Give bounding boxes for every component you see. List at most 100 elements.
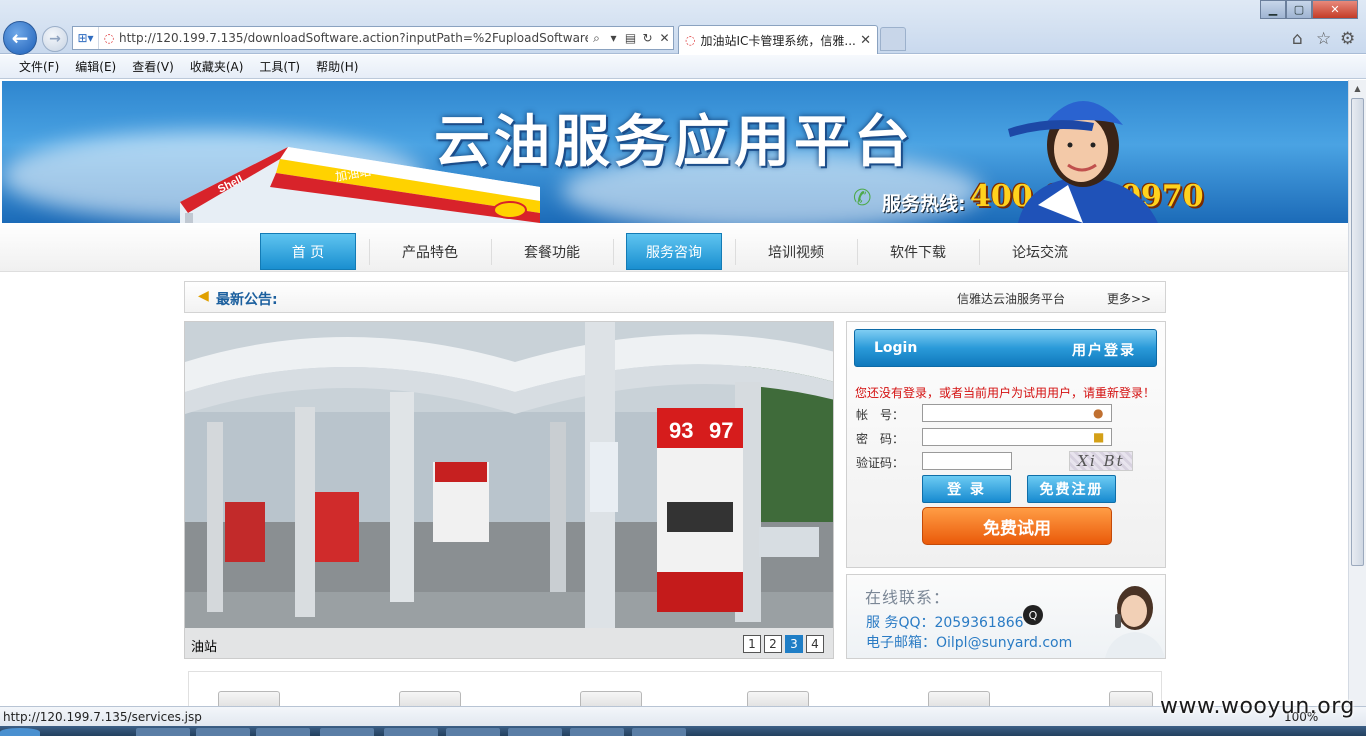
tab-close-icon[interactable]: ✕ (860, 33, 871, 48)
nav-divider (613, 239, 614, 265)
status-url: http://120.199.7.135/services.jsp (3, 710, 202, 724)
address-bar[interactable]: ⊞▾ ◌ http://120.199.7.135/downloadSoftwa… (72, 26, 674, 50)
window-close-button[interactable]: ✕ (1312, 0, 1358, 19)
home-icon[interactable]: ⌂ (1292, 29, 1303, 49)
free-trial-button[interactable]: 免费试用 (922, 507, 1112, 545)
captcha-image[interactable]: Xi Bt (1069, 451, 1133, 471)
vertical-scrollbar[interactable]: ▲ (1348, 80, 1366, 706)
captcha-input[interactable] (922, 452, 1012, 470)
qq-penguin-icon[interactable]: Q (1023, 605, 1043, 625)
support-agent-photo (1105, 586, 1165, 658)
tab-title: 加油站IC卡管理系统，信雅... (700, 33, 856, 48)
taskbar-item[interactable] (446, 728, 500, 736)
login-header-cn: 用户登录 (1072, 343, 1136, 359)
nav-divider (491, 239, 492, 265)
contact-title: 在线联系： (865, 588, 951, 607)
banner-title: 云油服务应用平台 (434, 110, 914, 175)
svg-text:93: 93 (669, 418, 693, 443)
contact-panel: 在线联系： 服 务QQ：2059361866 Q 电子邮箱：Oilpl@suny… (846, 574, 1166, 659)
minimize-button[interactable]: ▁ (1260, 0, 1286, 19)
login-header: Login 用户登录 (854, 329, 1157, 367)
slide-page-2[interactable]: 2 (764, 635, 782, 653)
slide-page-3[interactable]: 3 (785, 635, 803, 653)
product-thumbnail[interactable] (747, 691, 809, 706)
contact-qq[interactable]: 服 务QQ：2059361866 (866, 612, 1024, 632)
account-input[interactable] (922, 404, 1112, 422)
login-button[interactable]: 登 录 (922, 475, 1011, 503)
taskbar-item[interactable] (136, 728, 190, 736)
taskbar-item[interactable] (384, 728, 438, 736)
announcement-label: 最新公告: (216, 292, 278, 308)
taskbar-item[interactable] (196, 728, 250, 736)
captcha-label: 验证码： (856, 456, 905, 470)
menu-bar: 文件(F) 编辑(E) 查看(V) 收藏夹(A) 工具(T) 帮助(H) (0, 55, 1366, 79)
nav-software-download[interactable]: 软件下载 (870, 233, 966, 270)
menu-file[interactable]: 文件(F) (19, 58, 59, 75)
nav-product-features[interactable]: 产品特色 (382, 233, 478, 270)
register-button[interactable]: 免费注册 (1027, 475, 1116, 503)
taskbar-item[interactable] (320, 728, 374, 736)
nav-forum[interactable]: 论坛交流 (992, 233, 1088, 270)
compatibility-view-icon[interactable]: ⊞▾ (73, 27, 99, 49)
nav-package-functions[interactable]: 套餐功能 (504, 233, 600, 270)
nav-divider (979, 239, 980, 265)
menu-tools[interactable]: 工具(T) (259, 58, 300, 75)
nav-home[interactable]: 首 页 (260, 233, 356, 270)
product-thumbnail[interactable] (399, 691, 461, 706)
menu-view[interactable]: 查看(V) (132, 58, 174, 75)
product-thumbnail[interactable] (928, 691, 990, 706)
maximize-button[interactable]: ▢ (1286, 0, 1312, 19)
product-thumbnail[interactable] (580, 691, 642, 706)
watermark: www.wooyun.org (1160, 694, 1355, 719)
browser-tab[interactable]: ◌ 加油站IC卡管理系统，信雅... ✕ (678, 25, 878, 54)
hotline-label: 服务热线: (882, 193, 966, 215)
nav-training-videos[interactable]: 培训视频 (748, 233, 844, 270)
stop-icon[interactable]: ✕ (656, 31, 673, 45)
announcement-bar: ◀ 最新公告: 信雅达云油服务平台 更多>> (184, 281, 1166, 313)
announcement-more-link[interactable]: 更多>> (1107, 290, 1151, 307)
announcement-ticker[interactable]: 信雅达云油服务平台 (957, 290, 1065, 307)
favorites-star-icon[interactable]: ☆ (1316, 29, 1331, 49)
slide-caption: 油站 (191, 640, 218, 655)
dropdown-arrow-icon[interactable]: ▾ (605, 31, 622, 45)
nav-divider (735, 239, 736, 265)
tab-favicon-icon: ◌ (685, 33, 696, 47)
taskbar-item[interactable] (632, 728, 686, 736)
back-button[interactable]: ← (3, 21, 37, 55)
slide-page-4[interactable]: 4 (806, 635, 824, 653)
user-icon: ● (1093, 406, 1104, 420)
product-thumbnail[interactable] (1109, 691, 1153, 706)
compat-page-icon[interactable]: ▤ (622, 31, 639, 45)
search-icon[interactable]: ⌕ (588, 31, 605, 46)
browser-titlebar: ← → ⊞▾ ◌ http://120.199.7.135/downloadSo… (0, 0, 1366, 55)
product-thumbnail[interactable] (218, 691, 280, 706)
taskbar-item[interactable] (256, 728, 310, 736)
gear-icon[interactable]: ⚙ (1340, 29, 1355, 49)
login-header-en: Login (874, 340, 918, 356)
menu-edit[interactable]: 编辑(E) (75, 58, 116, 75)
login-panel: Login 用户登录 您还没有登录，或者当前用户为试用用户，请重新登录！ 帐 号… (846, 321, 1166, 568)
scroll-thumb[interactable] (1351, 98, 1364, 566)
menu-help[interactable]: 帮助(H) (316, 58, 358, 75)
nav-service-consulting[interactable]: 服务咨询 (626, 233, 722, 270)
forward-button[interactable]: → (42, 26, 68, 52)
start-button[interactable] (0, 728, 40, 736)
product-strip (188, 671, 1162, 706)
password-input[interactable] (922, 428, 1112, 446)
url-text[interactable]: http://120.199.7.135/downloadSoftware.ac… (119, 31, 588, 45)
refresh-icon[interactable]: ↻ (639, 31, 656, 45)
slide-caption-bar: 油站 (185, 628, 833, 658)
svg-text:97: 97 (709, 418, 733, 443)
taskbar-item[interactable] (508, 728, 562, 736)
nav-divider (857, 239, 858, 265)
menu-favorites[interactable]: 收藏夹(A) (190, 58, 244, 75)
image-slideshow[interactable]: 93 97 油站 1 2 3 4 (184, 321, 834, 659)
main-navigation: 首 页 产品特色 套餐功能 服务咨询 培训视频 软件下载 论坛交流 (0, 223, 1348, 272)
scroll-up-arrow-icon[interactable]: ▲ (1349, 80, 1366, 97)
phone-icon: ✆ (853, 186, 872, 211)
slide-page-1[interactable]: 1 (743, 635, 761, 653)
back-arrow-icon: ← (11, 26, 29, 50)
contact-email[interactable]: 电子邮箱：Oilpl@sunyard.com (866, 632, 1072, 652)
taskbar-item[interactable] (570, 728, 624, 736)
new-tab-button[interactable] (880, 27, 906, 51)
